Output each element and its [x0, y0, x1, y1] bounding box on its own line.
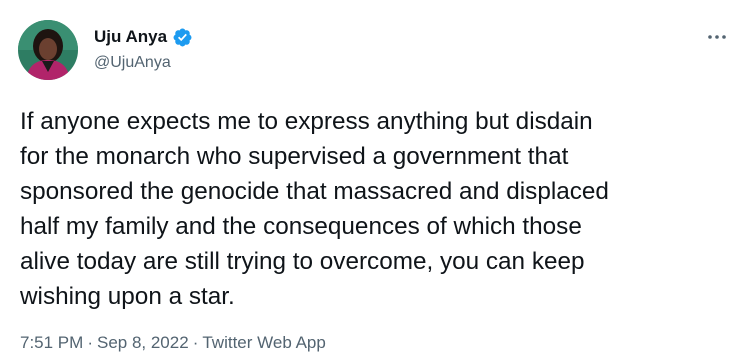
- tweet-card: Uju Anya @UjuAnya If anyone expects me t…: [0, 0, 747, 362]
- verified-badge-icon: [172, 27, 193, 48]
- author-handle[interactable]: @UjuAnya: [94, 52, 193, 74]
- tweet-date[interactable]: Sep 8, 2022: [97, 333, 189, 352]
- meta-separator: ·: [87, 333, 93, 352]
- profile-photo-icon: [18, 20, 78, 80]
- more-options-icon[interactable]: [705, 30, 729, 42]
- tweet-text: If anyone expects me to express anything…: [20, 108, 609, 310]
- tweet-metadata: 7:51 PM · Sep 8, 2022 · Twitter Web App: [20, 332, 326, 354]
- avatar[interactable]: [18, 20, 78, 80]
- tweet-time[interactable]: 7:51 PM: [20, 333, 83, 352]
- author-name-row: Uju Anya: [94, 26, 193, 48]
- author-display-name[interactable]: Uju Anya: [94, 26, 167, 48]
- tweet-author: Uju Anya @UjuAnya: [94, 26, 193, 74]
- tweet-source[interactable]: Twitter Web App: [202, 333, 325, 352]
- meta-separator: ·: [192, 333, 199, 352]
